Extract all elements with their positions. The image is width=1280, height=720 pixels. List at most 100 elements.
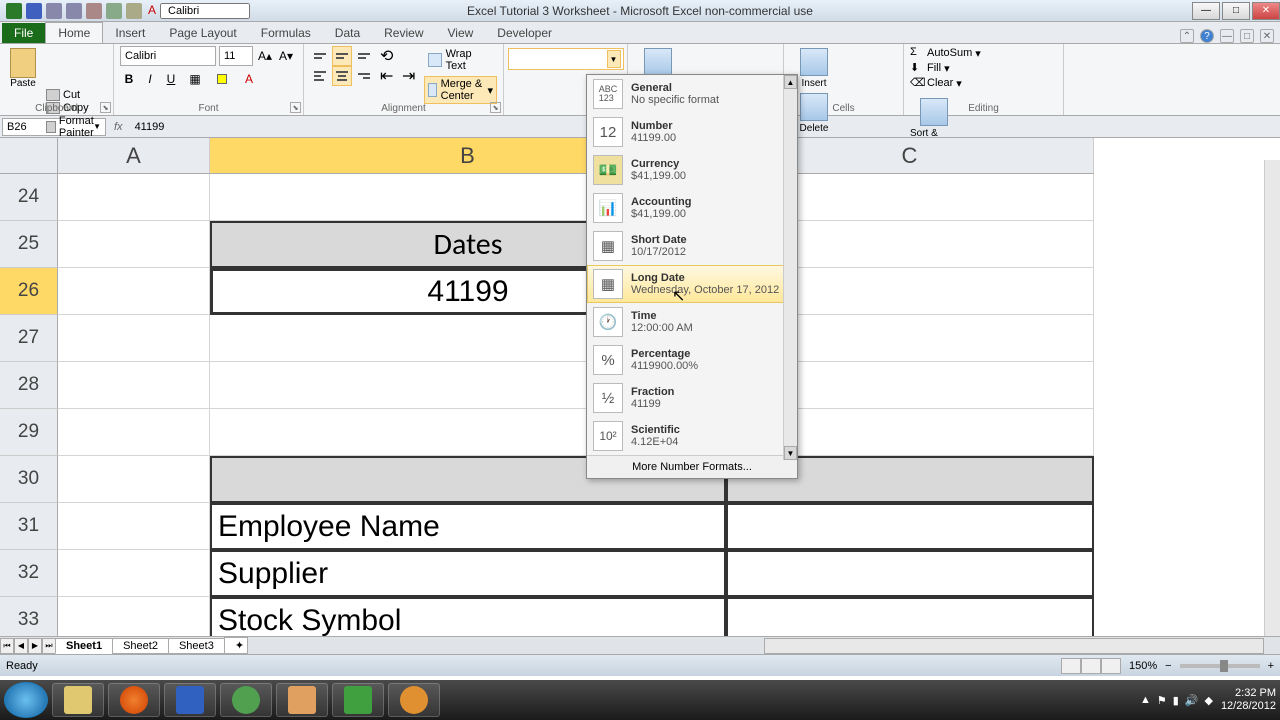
vertical-scrollbar[interactable] [1264,160,1280,640]
fill-color-button[interactable] [210,69,234,89]
bold-button[interactable]: B [120,69,138,89]
increase-font-icon[interactable]: A▴ [256,46,274,66]
cell-a30[interactable] [58,456,210,503]
help-icon[interactable]: ? [1200,29,1214,43]
format-item-fraction[interactable]: ½Fraction41199 [587,379,797,417]
cell-a29[interactable] [58,409,210,456]
cell-a26[interactable] [58,268,210,315]
align-middle-button[interactable] [332,46,352,66]
start-button[interactable] [4,682,48,718]
row-header-33[interactable]: 33 [0,597,58,636]
orientation-button[interactable]: ⟲ [376,46,396,66]
format-item-number[interactable]: 12Number41199.00 [587,113,797,151]
scroll-down-icon[interactable]: ▼ [784,446,797,460]
font-name-combo[interactable] [120,46,216,66]
excel-icon[interactable] [6,3,22,19]
file-tab[interactable]: File [2,23,45,43]
zoom-level[interactable]: 150% [1129,660,1157,672]
sheet-tab-1[interactable]: Sheet1 [55,638,113,654]
font-size-combo[interactable] [219,46,253,66]
workbook-restore-icon[interactable]: □ [1240,29,1254,43]
horizontal-scrollbar[interactable] [764,638,1264,654]
font-dialog-icon[interactable]: ⬊ [290,102,301,113]
tray-volume-icon[interactable]: 🔊 [1185,694,1199,707]
scroll-up-icon[interactable]: ▲ [784,75,797,89]
fx-icon[interactable]: fx [114,121,123,133]
task-paint[interactable] [276,683,328,717]
format-item-long-date[interactable]: ▦Long DateWednesday, October 17, 2012 [587,265,797,303]
align-left-button[interactable] [310,66,330,86]
increase-indent-button[interactable]: ⇥ [398,66,418,86]
cell-a28[interactable] [58,362,210,409]
workbook-close-icon[interactable]: ✕ [1260,29,1274,43]
task-excel[interactable] [332,683,384,717]
decrease-font-icon[interactable]: A▾ [277,46,295,66]
decrease-indent-button[interactable]: ⇤ [376,66,396,86]
clock[interactable]: 2:32 PM 12/28/2012 [1221,687,1276,713]
cell-a24[interactable] [58,174,210,221]
format-item-currency[interactable]: 💵Currency$41,199.00 [587,151,797,189]
cell-c33[interactable] [726,597,1094,636]
format-item-percentage[interactable]: %Percentage4119900.00% [587,341,797,379]
close-button[interactable]: ✕ [1252,2,1280,20]
format-item-short-date[interactable]: ▦Short Date10/17/2012 [587,227,797,265]
row-header-29[interactable]: 29 [0,409,58,456]
tab-data[interactable]: Data [323,23,372,43]
page-break-view-button[interactable] [1101,658,1121,674]
task-media[interactable] [388,683,440,717]
cell-b31[interactable]: Employee Name [210,503,726,550]
col-header-a[interactable]: A [58,138,210,174]
row-header-27[interactable]: 27 [0,315,58,362]
autosum-button[interactable]: ΣAutoSum ▾ [910,46,1057,60]
row-header-26[interactable]: 26 [0,268,58,315]
number-format-dropdown-icon[interactable]: ▼ [607,50,621,68]
underline-button[interactable]: U [162,69,180,89]
row-header-25[interactable]: 25 [0,221,58,268]
tray-flag-icon[interactable]: ⚑ [1157,694,1167,707]
cell-c31[interactable] [726,503,1094,550]
format-scrollbar[interactable]: ▲ ▼ [783,75,797,460]
qat-font-combo[interactable] [160,3,250,19]
tray-up-icon[interactable]: ▲ [1140,694,1151,707]
qat-icon-5[interactable] [86,3,102,19]
workbook-minimize-icon[interactable]: — [1220,29,1234,43]
tab-developer[interactable]: Developer [485,23,564,43]
row-header-30[interactable]: 30 [0,456,58,503]
font-color-qat-icon[interactable]: A [148,3,156,19]
sheet-nav-prev[interactable]: ◀ [14,638,28,654]
cut-button[interactable]: Cut [46,89,107,101]
paste-button[interactable]: Paste [6,46,40,89]
sheet-nav-first[interactable]: ⏮ [0,638,14,654]
task-app-4[interactable] [220,683,272,717]
format-item-scientific[interactable]: 10²Scientific4.12E+04 [587,417,797,455]
page-layout-view-button[interactable] [1081,658,1101,674]
conditional-formatting-button[interactable] [634,48,682,76]
minimize-ribbon-icon[interactable]: ⌃ [1180,29,1194,43]
normal-view-button[interactable] [1061,658,1081,674]
clear-button[interactable]: ⌫Clear ▾ [910,76,1057,90]
clipboard-dialog-icon[interactable]: ⬊ [100,102,111,113]
italic-button[interactable]: I [141,69,159,89]
cell-a32[interactable] [58,550,210,597]
align-top-button[interactable] [310,46,330,66]
sheet-tab-3[interactable]: Sheet3 [168,638,225,654]
minimize-button[interactable]: — [1192,2,1220,20]
merge-center-button[interactable]: Merge & Center ▾ [424,76,497,104]
task-word[interactable] [164,683,216,717]
format-item-general[interactable]: ABC123GeneralNo specific format [587,75,797,113]
sheet-tab-2[interactable]: Sheet2 [112,638,169,654]
row-header-24[interactable]: 24 [0,174,58,221]
undo-icon[interactable] [46,3,62,19]
sheet-nav-next[interactable]: ▶ [28,638,42,654]
task-firefox[interactable] [108,683,160,717]
row-header-31[interactable]: 31 [0,503,58,550]
format-painter-button[interactable]: Format Painter [46,115,107,139]
sheet-nav-last[interactable]: ⏭ [42,638,56,654]
cell-a31[interactable] [58,503,210,550]
cell-b32[interactable]: Supplier [210,550,726,597]
task-explorer[interactable] [52,683,104,717]
tab-page-layout[interactable]: Page Layout [157,23,248,43]
cell-a27[interactable] [58,315,210,362]
cell-c32[interactable] [726,550,1094,597]
redo-icon[interactable] [66,3,82,19]
